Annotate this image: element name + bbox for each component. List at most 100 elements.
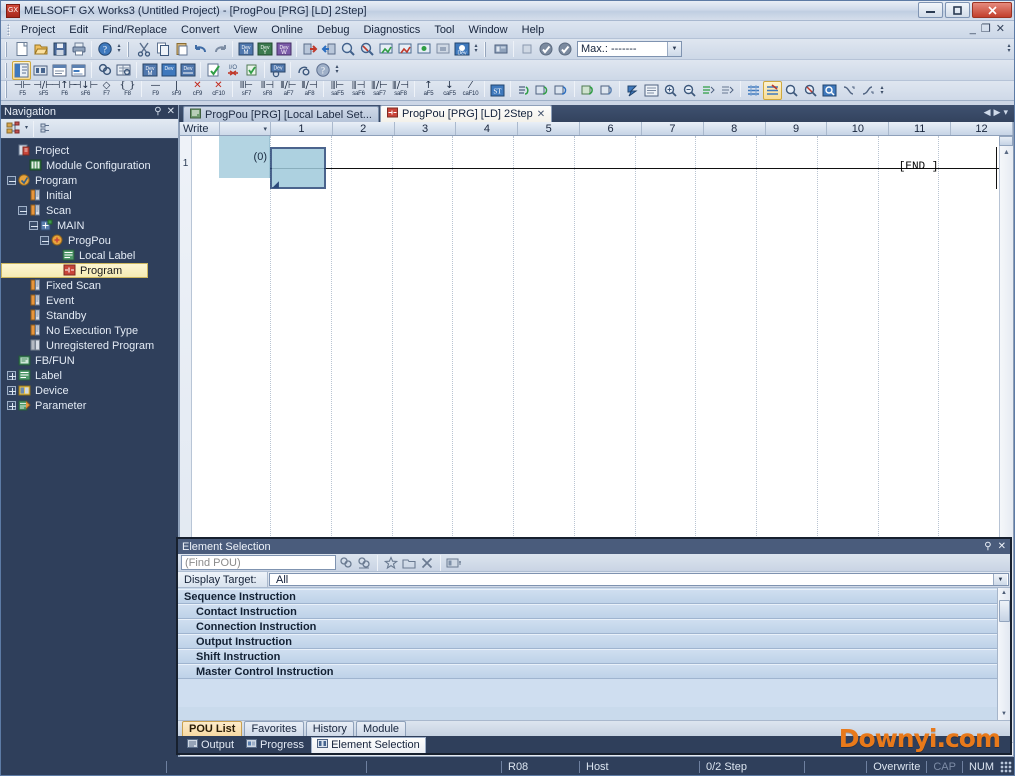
- instruction-category-master-control-instruction[interactable]: Master Control Instruction: [178, 664, 997, 679]
- ladder-column-header-2[interactable]: 2: [333, 122, 395, 135]
- open-project-icon[interactable]: [31, 40, 50, 59]
- max-step-combo[interactable]: Max.: ------- ▼: [577, 41, 682, 57]
- undo-icon[interactable]: [191, 40, 210, 59]
- collapse-icon[interactable]: [18, 206, 27, 215]
- close-icon[interactable]: ✕: [998, 541, 1006, 552]
- rebuild-icon[interactable]: [597, 81, 616, 100]
- device-view-icon[interactable]: Dev: [452, 40, 471, 59]
- execute-icon[interactable]: [623, 81, 642, 100]
- ladder-symbol-f9[interactable]: —F9: [145, 81, 166, 100]
- monitor-mode-icon[interactable]: [782, 81, 801, 100]
- mdi-minimize-button[interactable]: _: [970, 23, 981, 35]
- tree-item-fb-fun[interactable]: FB/FUN: [1, 353, 178, 368]
- instruction-category-shift-instruction[interactable]: Shift Instruction: [178, 649, 997, 664]
- ladder-symbol-sf6[interactable]: ⊣↓⊢sF6: [75, 81, 96, 100]
- instruction-category-output-instruction[interactable]: Output Instruction: [178, 634, 997, 649]
- progress-window-icon[interactable]: [69, 61, 88, 80]
- element-selection-icon[interactable]: [31, 61, 50, 80]
- monitor-write-mode-icon[interactable]: [801, 81, 820, 100]
- resize-grip[interactable]: [1000, 761, 1012, 773]
- dock-tab-element-selection[interactable]: Element Selection: [311, 737, 426, 753]
- ladder-symbol-sf8[interactable]: ⫴⊣sF8: [257, 81, 278, 100]
- expand-icon[interactable]: [7, 386, 16, 395]
- ladder-edit-icon[interactable]: [744, 81, 763, 100]
- tab-history[interactable]: History: [306, 721, 354, 736]
- find-pou-input[interactable]: (Find POU): [181, 555, 336, 570]
- menu-convert[interactable]: Convert: [174, 22, 227, 38]
- ladder-column-header-12[interactable]: 12: [951, 122, 1013, 135]
- check-program-icon[interactable]: [204, 61, 223, 80]
- sensor-search-icon[interactable]: [294, 61, 313, 80]
- menu-project[interactable]: Project: [14, 22, 62, 38]
- collapse-icon[interactable]: [40, 236, 49, 245]
- ladder-symbol-sf7[interactable]: ⫴⊢sF7: [236, 81, 257, 100]
- sensor-icon[interactable]: [433, 40, 452, 59]
- dock-tab-progress[interactable]: Progress: [241, 737, 309, 752]
- toolbar-overflow-5[interactable]: ▴▾: [877, 81, 887, 100]
- element-selection-list[interactable]: Sequence InstructionContact InstructionC…: [178, 588, 1010, 720]
- ladder-symbol-f5[interactable]: ⊣⊢F5: [12, 81, 33, 100]
- find-next-icon[interactable]: [338, 555, 354, 571]
- ladder-column-header-10[interactable]: 10: [827, 122, 889, 135]
- menu-edit[interactable]: Edit: [62, 22, 95, 38]
- ladder-symbol-cf10[interactable]: ✕cF10: [208, 81, 229, 100]
- mdi-restore-button[interactable]: ❐: [981, 23, 996, 35]
- toolbar-overflow-1[interactable]: ▴▾: [114, 40, 124, 59]
- toolbar-grip-3[interactable]: [484, 42, 488, 57]
- ladder-symbol-f8[interactable]: { }F8: [117, 81, 138, 100]
- mdi-close-button[interactable]: ✕: [996, 23, 1010, 35]
- cut-icon[interactable]: [134, 40, 153, 59]
- plc-module-icon[interactable]: [491, 40, 510, 59]
- tree-item-fixed-scan[interactable]: Fixed Scan: [1, 278, 178, 293]
- find-icon[interactable]: [95, 61, 114, 80]
- collapse-icon[interactable]: [29, 221, 38, 230]
- tree-item-label[interactable]: Label: [1, 368, 178, 383]
- tree-item-initial[interactable]: Initial: [1, 188, 178, 203]
- read-from-plc-icon[interactable]: [319, 40, 338, 59]
- device-monitor-icon[interactable]: [820, 81, 839, 100]
- ladder-symbol-saf6[interactable]: ⫼⊣saF6: [348, 81, 369, 100]
- monitor-write-icon[interactable]: [357, 40, 376, 59]
- watch-start-icon[interactable]: [376, 40, 395, 59]
- editor-tab-local-label[interactable]: ProgPou [PRG] [Local Label Set...: [183, 106, 379, 122]
- toolbar-grip-4[interactable]: [5, 63, 9, 78]
- ladder-read-icon[interactable]: [763, 81, 782, 100]
- ladder-mode-label[interactable]: Write: [180, 122, 220, 135]
- switch-ladder-icon[interactable]: [839, 81, 858, 100]
- device-test-icon[interactable]: [414, 40, 433, 59]
- instruction-category-contact-instruction[interactable]: Contact Instruction: [178, 604, 997, 619]
- close-icon[interactable]: ✕: [537, 109, 545, 120]
- display-setting-icon[interactable]: [446, 555, 462, 571]
- ladder-column-header-6[interactable]: 6: [580, 122, 642, 135]
- ladder-symbol-cf9[interactable]: ✕cF9: [187, 81, 208, 100]
- ladder-column-header-11[interactable]: 11: [889, 122, 951, 135]
- editor-tab-ladder[interactable]: ProgPou [PRG] [LD] 2Step ✕: [380, 105, 552, 122]
- menubar-grip[interactable]: [7, 24, 10, 36]
- find-prev-icon[interactable]: [356, 555, 372, 571]
- display-target-combo[interactable]: All ▼: [269, 573, 1009, 586]
- menu-diagnostics[interactable]: Diagnostics: [356, 22, 427, 38]
- new-project-icon[interactable]: [12, 40, 31, 59]
- tree-item-no-execution-type[interactable]: No Execution Type: [1, 323, 178, 338]
- tree-item-standby[interactable]: Standby: [1, 308, 178, 323]
- ladder-symbol-af7[interactable]: ⫴/⊢aF7: [278, 81, 299, 100]
- instruction-category-list[interactable]: Sequence InstructionContact InstructionC…: [178, 588, 997, 720]
- tab-favorites[interactable]: Favorites: [244, 721, 303, 736]
- tree-item-unregistered-program[interactable]: Unregistered Program: [1, 338, 178, 353]
- convert-online-icon[interactable]: [552, 81, 571, 100]
- cross-reference-icon[interactable]: [114, 61, 133, 80]
- menu-window[interactable]: Window: [462, 22, 515, 38]
- pin-icon[interactable]: ⚲: [984, 541, 991, 552]
- ladder-symbol-sf9[interactable]: |sF9: [166, 81, 187, 100]
- module-view-icon[interactable]: [37, 119, 56, 138]
- tab-next-button[interactable]: ▶: [994, 107, 1004, 117]
- ladder-symbol-saf5[interactable]: ⫼⊢saF5: [327, 81, 348, 100]
- save-project-icon[interactable]: [50, 40, 69, 59]
- instruction-category-sequence-instruction[interactable]: Sequence Instruction: [178, 589, 997, 604]
- tree-item-module-configuration[interactable]: Module Configuration: [1, 158, 178, 173]
- menu-online[interactable]: Online: [264, 22, 310, 38]
- print-icon[interactable]: [69, 40, 88, 59]
- scroll-up-arrow[interactable]: ▲: [1003, 147, 1010, 159]
- ladder-header-dropdown[interactable]: ▾: [220, 122, 271, 135]
- device-batch-icon[interactable]: DevW: [274, 40, 293, 59]
